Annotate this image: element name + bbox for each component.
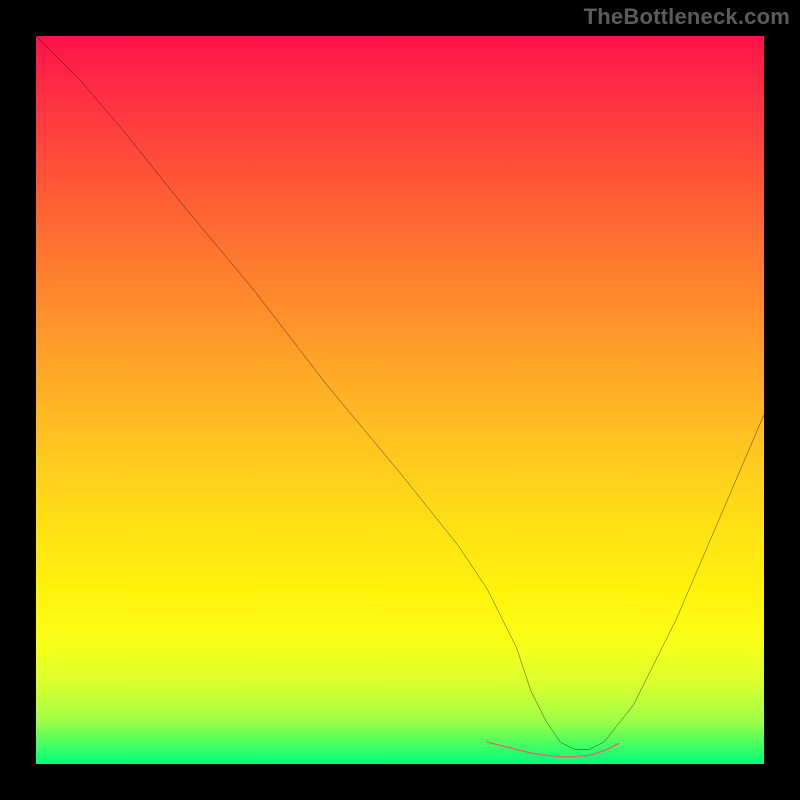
chart-frame: TheBottleneck.com: [0, 0, 800, 800]
bottleneck-curve: [36, 36, 764, 749]
chart-svg: [36, 36, 764, 764]
watermark-text: TheBottleneck.com: [584, 4, 790, 30]
plot-area: [36, 36, 764, 764]
optimal-segment: [487, 742, 618, 757]
